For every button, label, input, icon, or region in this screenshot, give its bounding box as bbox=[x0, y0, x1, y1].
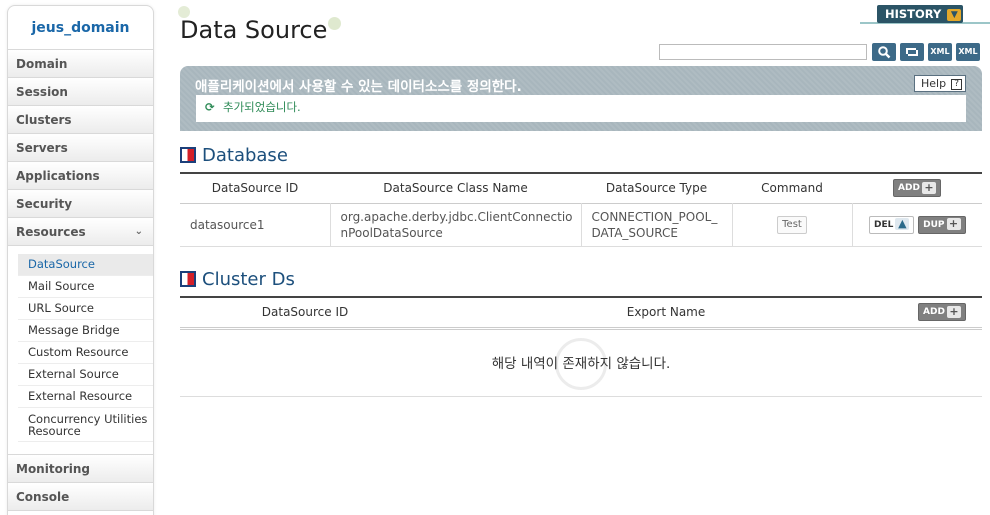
delete-button[interactable]: DEL ▲ bbox=[868, 215, 915, 234]
add-cluster-ds-button[interactable]: ADD + bbox=[918, 303, 966, 322]
refresh-icon: ⟳ bbox=[205, 100, 215, 114]
plus-icon: + bbox=[946, 305, 961, 318]
table-header-row: DataSource ID Export Name ADD + bbox=[180, 297, 982, 327]
sidebar-item-servers[interactable]: Servers bbox=[8, 134, 153, 162]
resources-submenu: DataSource Mail Source URL Source Messag… bbox=[8, 246, 153, 455]
import-xml-button[interactable]: XML bbox=[956, 43, 980, 61]
sidebar-item-session[interactable]: Session bbox=[8, 78, 153, 106]
help-button[interactable]: Help? bbox=[914, 75, 966, 92]
table-row[interactable]: datasource1 org.apache.derby.jdbc.Client… bbox=[180, 203, 982, 246]
history-label: HISTORY bbox=[885, 7, 942, 21]
page-description: 애플리케이션에서 사용할 수 있는 데이터소스를 정의한다. bbox=[195, 79, 522, 95]
submenu-item-external-resource[interactable]: External Resource bbox=[18, 386, 153, 408]
column-header: Command bbox=[732, 173, 852, 203]
sidebar: jeus_domain Domain Session Clusters Serv… bbox=[7, 5, 154, 515]
add-database-button[interactable]: ADD + bbox=[893, 179, 941, 198]
datasource-type-cell: CONNECTION_POOL_DATA_SOURCE bbox=[581, 203, 733, 246]
table-header-row: DataSource ID DataSource Class Name Data… bbox=[180, 173, 982, 203]
info-panel: 애플리케이션에서 사용할 수 있는 데이터소스를 정의한다. Help? ⟳ 추가… bbox=[180, 66, 982, 131]
datasource-id-cell: datasource1 bbox=[180, 203, 331, 246]
database-title: Database bbox=[202, 145, 288, 166]
xml-import-icon: XML bbox=[958, 47, 978, 56]
database-table: DataSource ID DataSource Class Name Data… bbox=[180, 172, 982, 247]
column-header: DataSource ID bbox=[180, 173, 330, 203]
section-marker-icon bbox=[180, 146, 196, 163]
refresh-button[interactable] bbox=[900, 43, 924, 61]
export-xml-button[interactable]: XML bbox=[928, 43, 952, 61]
chevron-down-icon: ⌄ bbox=[134, 226, 143, 237]
column-header: DataSource Type bbox=[581, 173, 732, 203]
search-input[interactable] bbox=[659, 44, 867, 60]
delete-icon: ▲ bbox=[895, 218, 910, 230]
search-icon bbox=[878, 46, 891, 59]
status-message-text: 추가되었습니다. bbox=[223, 100, 301, 114]
history-button[interactable]: HISTORY ▼ bbox=[877, 5, 963, 23]
help-label: Help bbox=[921, 77, 947, 90]
datasource-class-cell: org.apache.derby.jdbc.ClientConnectionPo… bbox=[330, 203, 582, 246]
column-header: Export Name bbox=[430, 297, 902, 327]
empty-message: 해당 내역이 존재하지 않습니다. bbox=[491, 356, 671, 372]
del-label: DEL bbox=[873, 219, 894, 230]
sidebar-item-clusters[interactable]: Clusters bbox=[8, 106, 153, 134]
sidebar-item-applications[interactable]: Applications bbox=[8, 162, 153, 190]
table-divider bbox=[180, 329, 982, 330]
dup-label: DUP bbox=[923, 219, 945, 230]
decorative-circle bbox=[328, 17, 341, 30]
question-icon: ? bbox=[951, 78, 963, 90]
test-button[interactable]: Test bbox=[777, 215, 807, 234]
sidebar-item-console[interactable]: Console bbox=[8, 483, 153, 511]
submenu-item-custom-resource[interactable]: Custom Resource bbox=[18, 342, 153, 364]
page-title: Data Source bbox=[180, 16, 328, 44]
section-marker-icon bbox=[180, 270, 196, 287]
cluster-ds-table: DataSource ID Export Name ADD + bbox=[180, 296, 982, 328]
command-cell: Test bbox=[732, 203, 853, 246]
submenu-item-concurrency-utilities-resource[interactable]: Concurrency Utilities Resource bbox=[18, 408, 153, 442]
submenu-item-message-bridge[interactable]: Message Bridge bbox=[18, 320, 153, 342]
column-header: DataSource Class Name bbox=[330, 173, 581, 203]
add-label: ADD bbox=[923, 307, 945, 318]
sidebar-item-label: Resources bbox=[16, 225, 86, 239]
cluster-ds-title: Cluster Ds bbox=[202, 269, 295, 290]
add-label: ADD bbox=[898, 183, 920, 194]
sidebar-item-domain[interactable]: Domain bbox=[8, 50, 153, 78]
add-column: ADD + bbox=[852, 173, 982, 203]
status-message: ⟳ 추가되었습니다. bbox=[196, 95, 966, 122]
add-column: ADD + bbox=[902, 297, 982, 327]
plus-icon: + bbox=[921, 181, 936, 194]
plus-icon: + bbox=[946, 218, 961, 230]
submenu-item-external-source[interactable]: External Source bbox=[18, 364, 153, 386]
chevron-down-icon: ▼ bbox=[947, 8, 962, 21]
submenu-item-datasource[interactable]: DataSource bbox=[18, 254, 153, 276]
domain-name[interactable]: jeus_domain bbox=[8, 6, 153, 50]
database-section-title: Database bbox=[180, 145, 288, 166]
sidebar-item-monitoring[interactable]: Monitoring bbox=[8, 455, 153, 483]
xml-export-icon: XML bbox=[930, 47, 950, 56]
search-button[interactable] bbox=[872, 43, 896, 61]
sidebar-item-security[interactable]: Security bbox=[8, 190, 153, 218]
column-header: DataSource ID bbox=[180, 297, 430, 327]
cluster-ds-section-title: Cluster Ds bbox=[180, 269, 295, 290]
duplicate-button[interactable]: DUP + bbox=[918, 215, 966, 234]
table-divider bbox=[180, 396, 982, 397]
sidebar-item-resources[interactable]: Resources ⌄ bbox=[8, 218, 153, 246]
refresh-icon bbox=[906, 48, 918, 56]
submenu-item-mail-source[interactable]: Mail Source bbox=[18, 276, 153, 298]
submenu-item-url-source[interactable]: URL Source bbox=[18, 298, 153, 320]
row-actions-cell: DEL ▲ DUP + bbox=[852, 203, 982, 246]
